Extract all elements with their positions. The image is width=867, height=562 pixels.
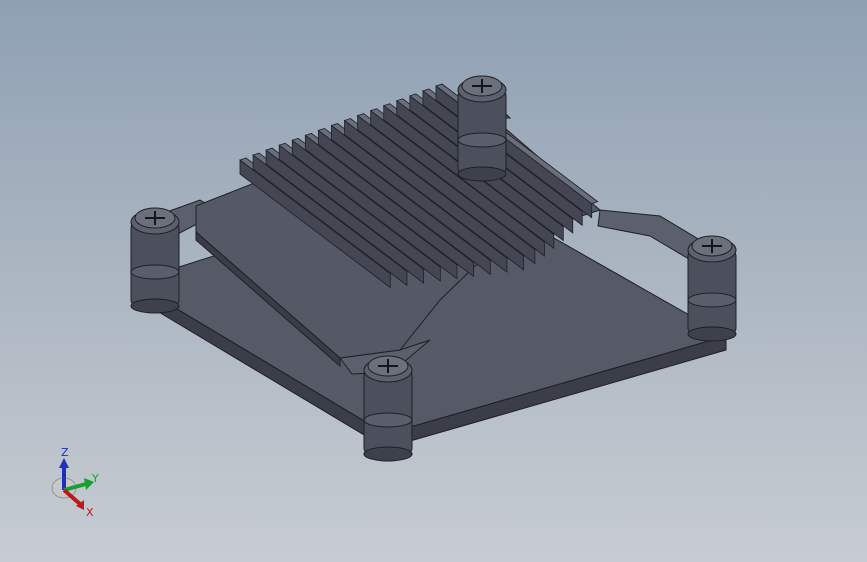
- standoff-body: [363, 412, 413, 428]
- y-axis-label: Y: [91, 472, 99, 485]
- x-axis-label: X: [86, 506, 94, 519]
- standoff-body: [130, 298, 180, 314]
- z-arrow-icon: [59, 458, 69, 468]
- standoff-body: [130, 264, 180, 280]
- standoff-body: [457, 166, 507, 182]
- standoff-body: [687, 326, 737, 342]
- standoff: [457, 75, 507, 182]
- orientation-triad[interactable]: Z Y X: [46, 444, 106, 522]
- standoff-body: [363, 446, 413, 462]
- standoff-body: [457, 89, 507, 175]
- standoff-body: [687, 249, 737, 335]
- model-viewport[interactable]: [0, 0, 867, 562]
- standoff-body: [457, 132, 507, 148]
- standoff: [363, 355, 413, 462]
- standoff-body: [130, 221, 180, 307]
- standoff: [130, 207, 180, 314]
- standoff: [687, 235, 737, 342]
- z-axis-label: Z: [61, 446, 69, 459]
- standoff-body: [687, 292, 737, 308]
- standoff-body: [363, 369, 413, 455]
